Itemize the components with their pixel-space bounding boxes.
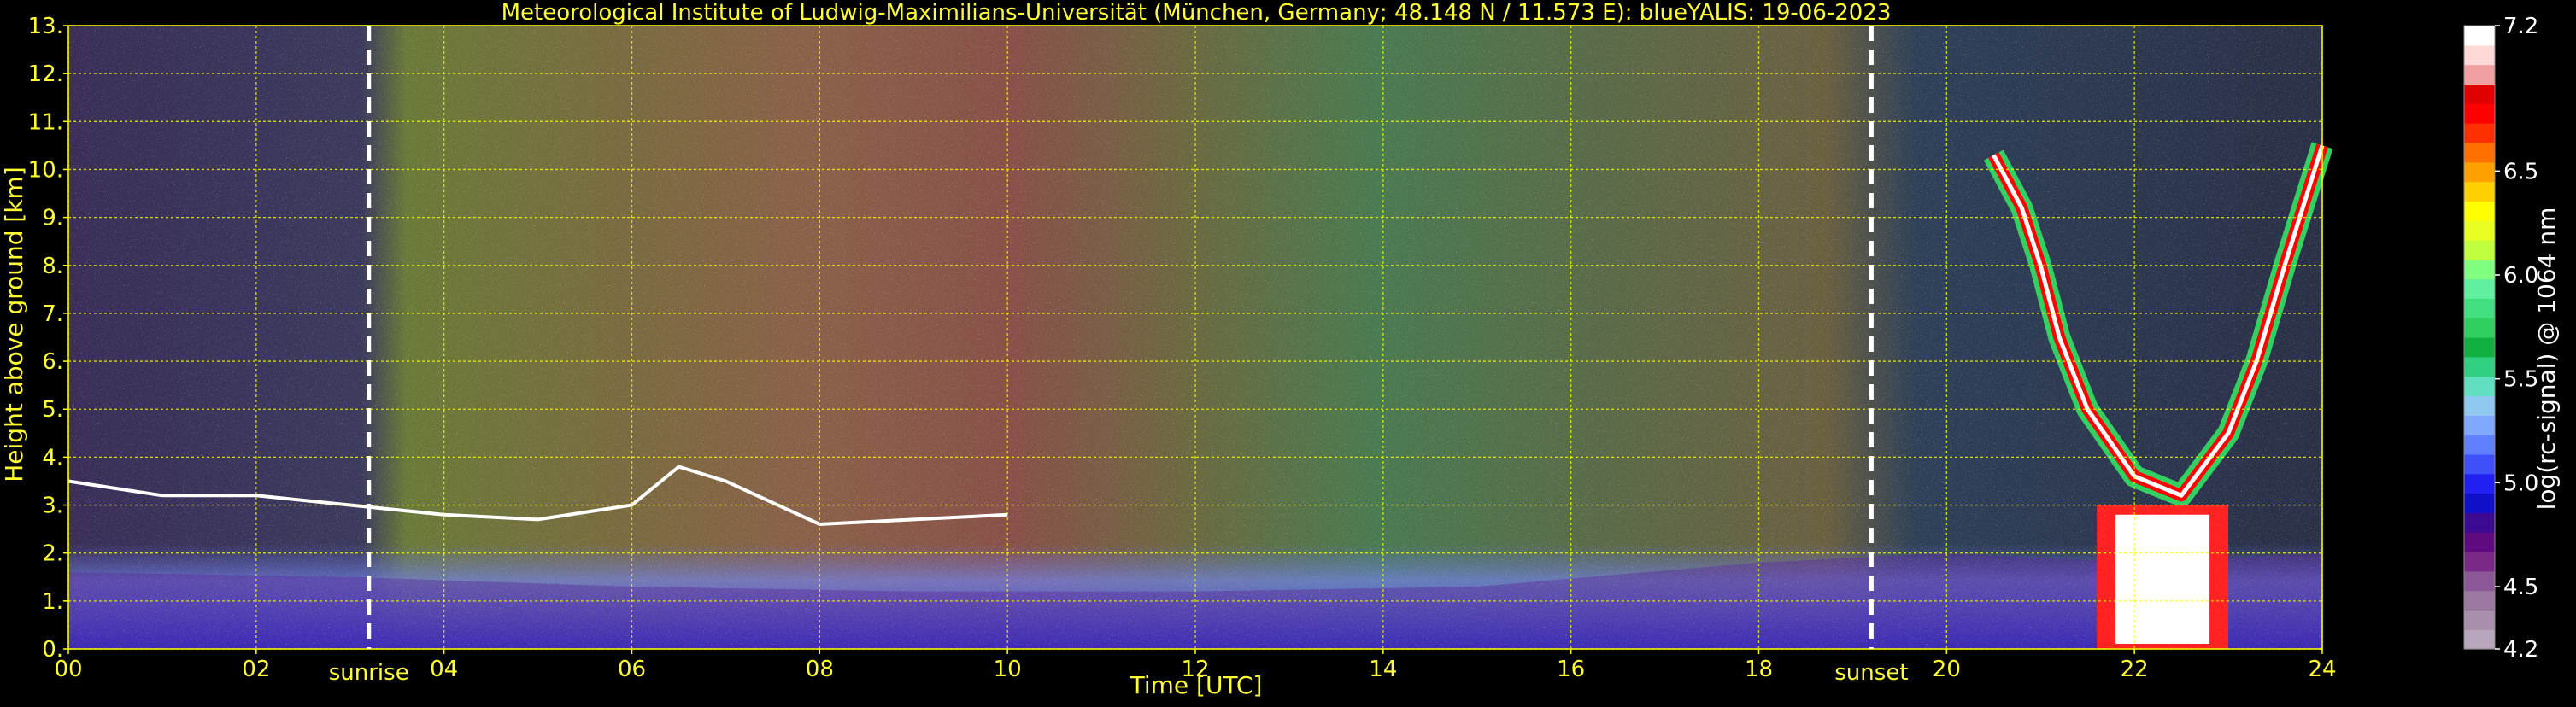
- colorbar-tick-label: 4.2: [2503, 637, 2538, 663]
- colorbar-segment: [2464, 64, 2495, 85]
- colorbar-segment: [2464, 123, 2495, 143]
- colorbar-segment: [2464, 337, 2495, 358]
- x-tick-label: 06: [618, 657, 646, 682]
- colorbar-segment: [2464, 435, 2495, 455]
- colorbar-segment: [2464, 570, 2495, 592]
- colorbar-segment: [2464, 356, 2495, 377]
- colorbar-segment: [2464, 161, 2495, 183]
- chart-svg: 00 02 04 06 08 10 12 14 16 18 20 22 240.1.2.3.4.5.6.…: [0, 0, 2561, 699]
- x-tick-label: 24: [2308, 657, 2336, 682]
- colorbar-segment: [2464, 278, 2495, 299]
- colorbar-segment: [2464, 201, 2495, 221]
- y-tick-label: 11.: [28, 109, 63, 135]
- colorbar-segment: [2464, 181, 2495, 202]
- colorbar-label: log(rc-signal) @ 1064 nm: [2532, 207, 2561, 511]
- colorbar-segment: [2464, 84, 2495, 104]
- colorbar-segment: [2464, 298, 2495, 318]
- x-tick-label: 18: [1745, 657, 1773, 682]
- x-tick-label: 08: [806, 657, 834, 682]
- x-tick-label: 10: [994, 657, 1022, 682]
- y-tick-label: 10.: [28, 157, 63, 183]
- y-tick-label: 0.: [42, 637, 63, 663]
- y-tick-label: 2.: [42, 541, 63, 567]
- colorbar-segment: [2464, 415, 2495, 435]
- x-tick-label: 04: [430, 657, 458, 682]
- colorbar-segment: [2464, 532, 2495, 552]
- x-tick-label: 02: [242, 657, 270, 682]
- colorbar-segment: [2464, 103, 2495, 124]
- colorbar-segment: [2464, 220, 2495, 241]
- colorbar-segment: [2464, 473, 2495, 494]
- y-tick-label: 4.: [42, 445, 63, 470]
- y-tick-label: 6.: [42, 349, 63, 375]
- colorbar-tick-label: 4.5: [2503, 575, 2538, 600]
- colorbar-segment: [2464, 26, 2495, 46]
- colorbar-segment: [2464, 590, 2495, 611]
- colorbar-tick-label: 6.5: [2503, 159, 2538, 184]
- y-tick-label: 13.: [28, 14, 63, 39]
- x-tick-label: 16: [1557, 657, 1585, 682]
- lidar-chart: 00 02 04 06 08 10 12 14 16 18 20 22 24 0. 1. 2. 3. 4. 5. 6.…: [0, 0, 2576, 704]
- y-tick-label: 8.: [42, 254, 63, 279]
- colorbar-segment: [2464, 512, 2495, 533]
- colorbar-segment: [2464, 551, 2495, 572]
- y-tick-label: 12.: [28, 61, 63, 87]
- event-marker-label: sunset: [1834, 660, 1908, 686]
- x-axis-label: Time [UTC]: [1130, 671, 1263, 699]
- colorbar-segment: [2464, 453, 2495, 475]
- y-axis-label: Height above ground [km]: [0, 167, 28, 482]
- colorbar-segment: [2464, 395, 2495, 416]
- x-tick-label: 14: [1369, 657, 1397, 682]
- colorbar-tick-label: 7.2: [2503, 14, 2538, 39]
- colorbar-segment: [2464, 142, 2495, 163]
- event-marker-label: sunrise: [329, 660, 409, 686]
- x-tick-label: 22: [2121, 657, 2149, 682]
- y-tick-label: 1.: [42, 589, 63, 615]
- colorbar-segment: [2464, 239, 2495, 260]
- y-tick-label: 7.: [42, 301, 63, 327]
- colorbar-segment: [2464, 629, 2495, 650]
- chart-title: Meteorological Institute of Ludwig-Maxim…: [502, 0, 1892, 26]
- y-tick-label: 5.: [42, 397, 63, 423]
- colorbar-segment: [2464, 44, 2495, 66]
- colorbar-segment: [2464, 259, 2495, 280]
- y-tick-label: 9.: [42, 206, 63, 231]
- colorbar-segment: [2464, 610, 2495, 630]
- colorbar-segment: [2464, 318, 2495, 338]
- colorbar-segment: [2464, 376, 2495, 397]
- colorbar-segment: [2464, 493, 2495, 513]
- x-tick-label: 20: [1933, 657, 1961, 682]
- y-tick-label: 3.: [42, 494, 63, 519]
